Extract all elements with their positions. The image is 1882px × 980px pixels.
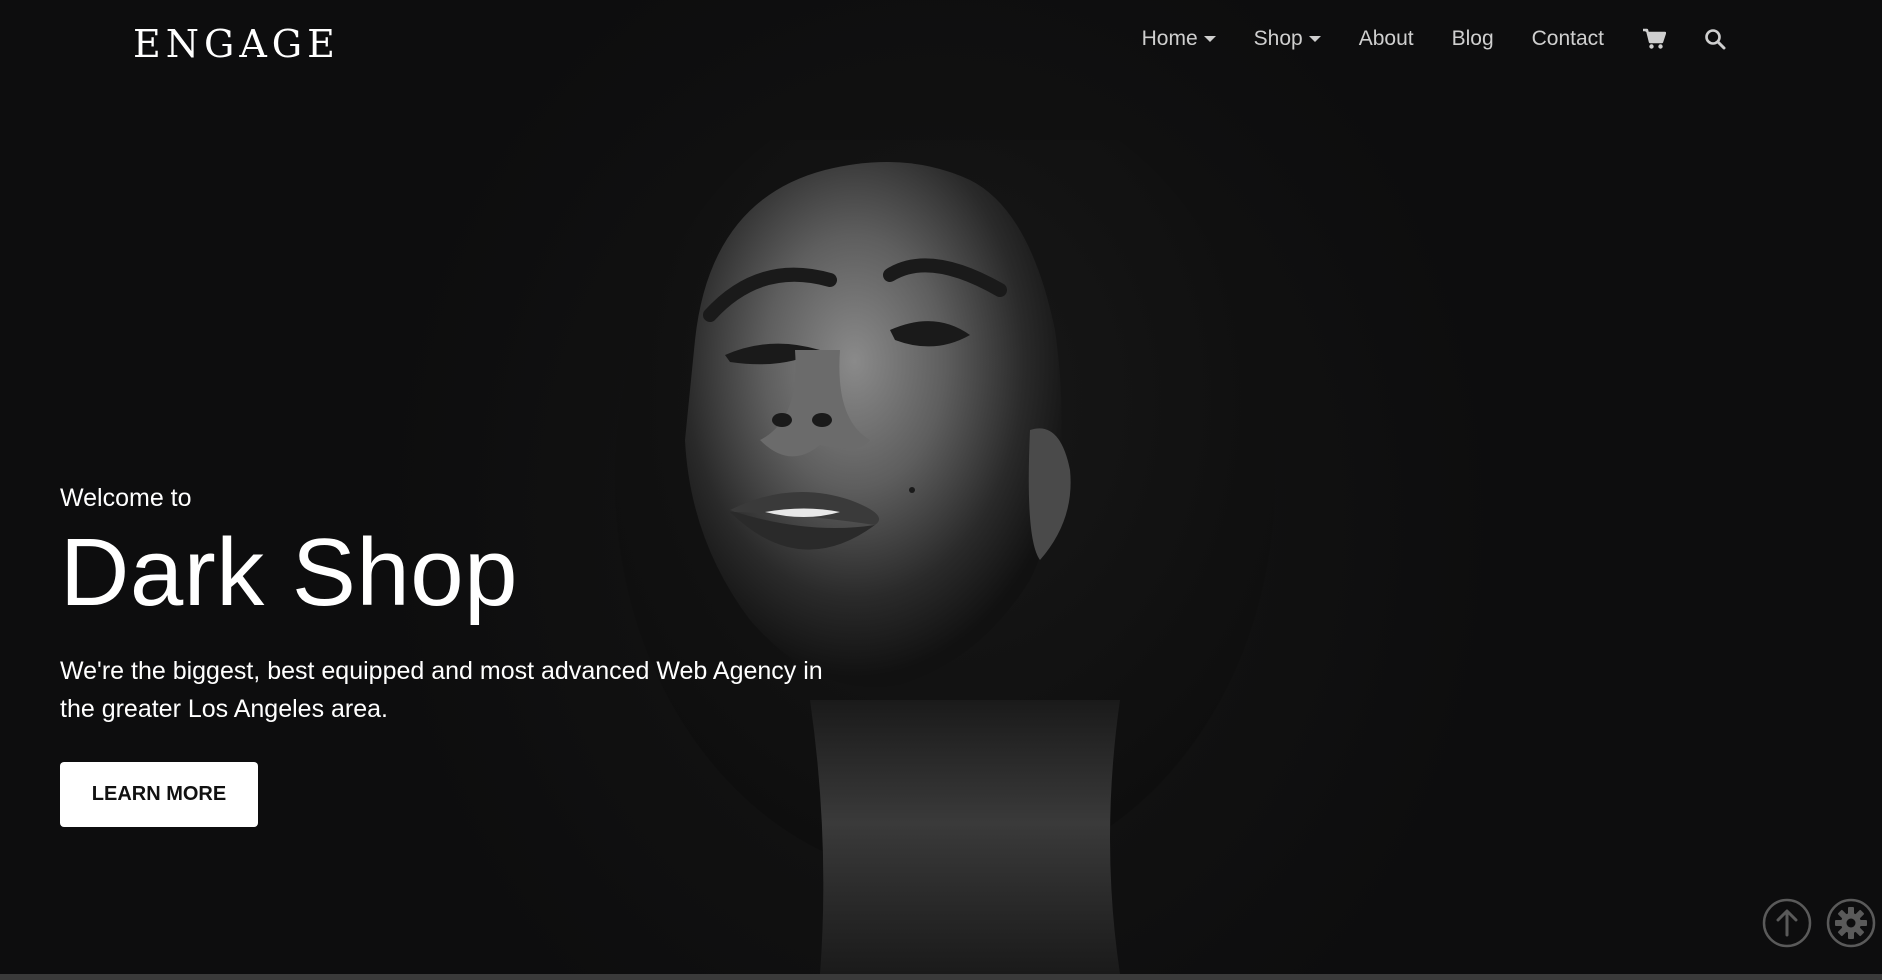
nav-item-label: Shop [1253,27,1303,50]
nav-item-label: Contact [1531,27,1604,50]
caret-down-icon [1203,36,1216,42]
hero-headline: Dark Shop [60,519,519,626]
nav-item-label: Home [1141,27,1198,50]
gear-icon [1826,898,1876,948]
settings-button[interactable] [1826,898,1876,948]
nav-item-blog[interactable]: Blog [1452,27,1494,51]
hero-eyebrow: Welcome to [60,484,192,512]
brand-logo[interactable]: ENGAGE [133,22,340,66]
hero-content: Welcome to Dark Shop We're the biggest, … [60,478,880,827]
caret-down-icon [1308,36,1321,42]
navbar: ENGAGE Home Shop About Blog Contact [0,0,1882,84]
nav-links: Home Shop About Blog Contact [1104,27,1726,51]
search-icon[interactable] [1704,28,1726,50]
bottom-border [0,974,1882,980]
hero-description: We're the biggest, best equipped and mos… [60,657,823,723]
arrow-up-icon [1762,898,1812,948]
nav-item-shop[interactable]: Shop [1254,27,1321,51]
scroll-to-top-button[interactable] [1762,898,1812,948]
nav-item-label: About [1358,27,1414,50]
nav-item-home[interactable]: Home [1142,27,1216,51]
learn-more-button[interactable]: LEARN MORE [60,762,258,827]
nav-item-about[interactable]: About [1359,27,1414,51]
nav-item-label: Blog [1451,27,1494,50]
nav-item-contact[interactable]: Contact [1532,27,1604,51]
cart-icon[interactable] [1642,28,1666,50]
